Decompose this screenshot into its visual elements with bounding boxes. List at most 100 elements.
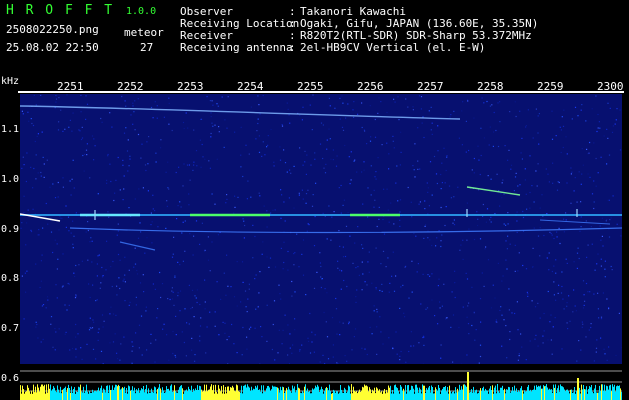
app-title: H R O F F T — [6, 3, 115, 18]
power-bar — [165, 392, 166, 400]
noise-speck — [273, 165, 275, 167]
noise-speck — [563, 231, 565, 233]
noise-speck — [606, 218, 608, 221]
power-bar — [464, 384, 465, 400]
noise-speck — [41, 254, 43, 256]
noise-speck — [431, 244, 433, 247]
power-bar — [73, 389, 74, 400]
noise-speck — [160, 296, 162, 299]
power-bar — [260, 391, 261, 400]
power-bar — [196, 390, 197, 400]
power-bar — [500, 387, 501, 400]
noise-speck — [338, 230, 340, 232]
power-bar — [147, 393, 148, 400]
noise-speck — [402, 284, 404, 286]
noise-speck — [386, 188, 388, 190]
noise-speck — [348, 323, 350, 325]
noise-speck — [86, 143, 88, 145]
power-bar — [546, 384, 547, 400]
info-label-antenna: Receiving antenna — [180, 41, 293, 54]
noise-speck — [196, 301, 198, 304]
noise-speck — [126, 150, 129, 152]
power-bar — [320, 389, 321, 400]
noise-speck — [335, 297, 337, 300]
noise-speck — [537, 115, 539, 117]
noise-speck — [545, 168, 547, 170]
noise-speck — [347, 212, 349, 214]
power-bar — [311, 393, 312, 400]
power-bar — [495, 385, 496, 400]
power-bar — [487, 390, 488, 400]
noise-speck — [49, 186, 51, 188]
noise-speck — [62, 177, 64, 179]
noise-speck — [163, 323, 165, 325]
noise-speck — [186, 322, 188, 324]
power-bar — [398, 391, 399, 400]
noise-speck — [531, 185, 533, 187]
noise-speck — [283, 201, 285, 203]
noise-speck — [263, 205, 265, 207]
power-bar — [377, 388, 378, 400]
noise-speck — [75, 356, 77, 358]
noise-speck — [374, 199, 376, 201]
power-bar — [399, 393, 400, 400]
noise-speck — [174, 275, 176, 277]
power-bar — [191, 385, 192, 400]
noise-speck — [32, 124, 35, 127]
noise-speck — [420, 303, 422, 305]
noise-speck — [279, 293, 281, 295]
power-bar — [590, 387, 591, 400]
noise-speck — [458, 137, 460, 139]
power-bar — [548, 389, 549, 400]
noise-speck — [578, 257, 580, 260]
noise-speck — [327, 358, 330, 360]
noise-speck — [557, 292, 559, 294]
noise-speck — [332, 159, 334, 161]
noise-speck — [521, 158, 523, 160]
noise-speck — [418, 95, 421, 97]
noise-speck — [436, 182, 438, 185]
noise-speck — [527, 109, 529, 111]
power-bar — [312, 388, 313, 400]
noise-speck — [539, 207, 541, 209]
power-bar — [45, 393, 46, 400]
noise-speck — [100, 350, 103, 352]
noise-speck — [30, 118, 32, 120]
noise-speck — [348, 156, 350, 158]
power-bar — [615, 391, 616, 400]
power-bar — [234, 390, 235, 400]
noise-speck — [231, 323, 233, 326]
noise-speck — [551, 234, 553, 236]
noise-speck — [210, 132, 212, 135]
power-bar — [69, 388, 70, 400]
noise-speck — [344, 255, 347, 258]
noise-speck — [600, 258, 602, 260]
power-bar — [199, 385, 200, 400]
noise-speck — [83, 170, 85, 172]
noise-speck — [580, 216, 582, 218]
noise-speck — [37, 133, 39, 135]
noise-speck — [361, 244, 363, 246]
noise-speck — [448, 185, 451, 187]
noise-speck — [597, 113, 599, 116]
noise-speck — [450, 326, 452, 328]
noise-speck — [462, 306, 464, 308]
noise-speck — [26, 222, 28, 224]
noise-speck — [160, 147, 162, 149]
power-bar — [602, 384, 603, 400]
noise-speck — [23, 164, 25, 166]
noise-speck — [259, 271, 261, 273]
noise-speck — [486, 208, 489, 210]
noise-speck — [284, 162, 287, 164]
noise-speck — [54, 349, 56, 351]
noise-speck — [441, 162, 443, 164]
noise-speck — [306, 154, 308, 156]
noise-speck — [507, 159, 509, 161]
noise-speck — [570, 167, 572, 169]
noise-speck — [433, 155, 436, 158]
noise-speck — [310, 164, 312, 166]
power-bar — [153, 392, 154, 400]
power-bar — [588, 389, 589, 400]
noise-speck — [438, 230, 440, 232]
noise-speck — [556, 189, 559, 191]
